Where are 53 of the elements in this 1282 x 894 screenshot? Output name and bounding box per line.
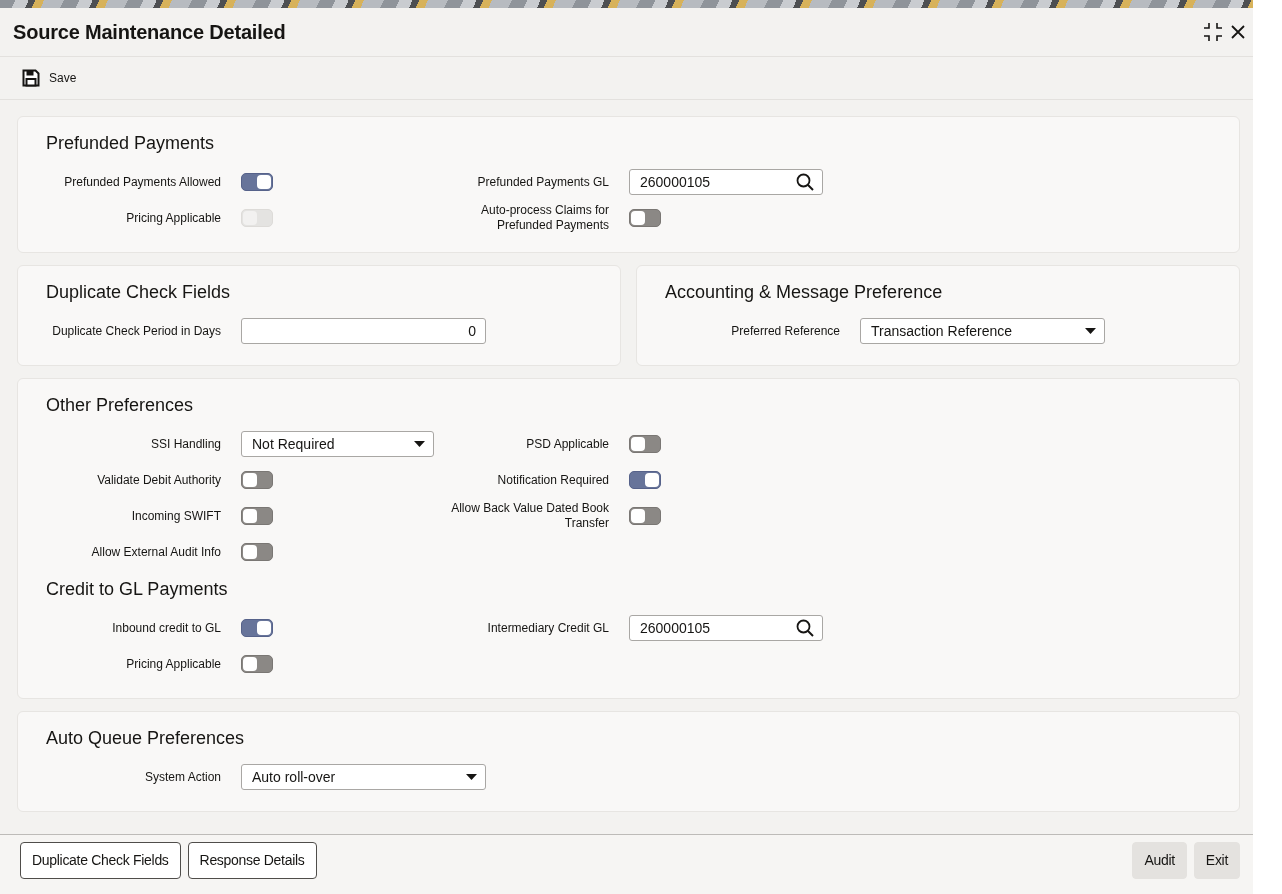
dropdown-field[interactable]: Not Required — [241, 431, 434, 457]
field-label: Validate Debit Authority — [97, 472, 221, 487]
field-label: Intermediary Credit GL — [487, 620, 609, 635]
toggle-switch[interactable] — [629, 435, 661, 453]
fullscreen-icon[interactable] — [1203, 22, 1223, 42]
toggle-switch[interactable] — [241, 507, 273, 525]
toggle-switch[interactable] — [241, 543, 273, 561]
section-title: Auto Queue Preferences — [46, 727, 245, 749]
footer-button[interactable]: Exit — [1193, 842, 1240, 879]
toggle-switch[interactable] — [241, 619, 273, 637]
section-title: Duplicate Check Fields — [46, 281, 231, 303]
field-label: Prefunded Payments GL — [477, 174, 609, 189]
search-icon[interactable] — [796, 173, 814, 191]
dropdown-field[interactable]: Transaction Reference — [860, 318, 1105, 344]
lookup-field[interactable]: 260000105 — [629, 169, 823, 195]
dropdown-field[interactable]: Auto roll-over — [241, 764, 486, 790]
field-label: Duplicate Check Period in Days — [52, 323, 221, 338]
field-label: PSD Applicable — [526, 436, 609, 451]
toggle-switch[interactable] — [241, 173, 273, 191]
section-title: Prefunded Payments — [46, 132, 215, 154]
window-title: Source Maintenance Detailed — [13, 20, 286, 44]
field-label: Pricing Applicable — [126, 210, 221, 225]
section-title: Other Preferences — [46, 394, 194, 416]
field-label: Allow External Audit Info — [91, 544, 221, 559]
caret-icon — [1085, 328, 1096, 334]
field-label: Pricing Applicable — [126, 656, 221, 671]
toggle-switch[interactable] — [629, 471, 661, 489]
toggle-switch[interactable] — [241, 471, 273, 489]
section-title: Accounting & Message Preference — [665, 281, 943, 303]
field-label: Prefunded Payments Allowed — [64, 174, 221, 189]
search-icon[interactable] — [796, 619, 814, 637]
footer-button[interactable]: Duplicate Check Fields — [20, 842, 181, 879]
caret-icon — [414, 441, 425, 447]
caret-icon — [466, 774, 477, 780]
field-label: Preferred Reference — [731, 323, 840, 338]
field-label: SSI Handling — [150, 436, 221, 451]
field-label: System Action — [144, 769, 221, 784]
toggle-switch[interactable] — [629, 209, 661, 227]
footer-button[interactable]: Audit — [1132, 842, 1187, 879]
close-icon[interactable] — [1231, 25, 1245, 39]
toggle-switch[interactable] — [629, 507, 661, 525]
field-label: Auto-process Claims for Prefunded Payments — [480, 203, 609, 232]
field-label: Incoming SWIFT — [131, 508, 221, 523]
section-title: Credit to GL Payments — [46, 578, 228, 600]
save-button[interactable]: Save — [14, 67, 85, 89]
number-field[interactable]: 0 — [241, 318, 486, 344]
lookup-field[interactable]: 260000105 — [629, 615, 823, 641]
toggle-switch[interactable] — [241, 655, 273, 673]
field-label: Notification Required — [497, 472, 609, 487]
field-label: Inbound credit to GL — [112, 620, 221, 635]
save-icon[interactable] — [22, 69, 40, 87]
field-label: Allow Back Value Dated Book Transfer — [451, 501, 609, 530]
footer-button[interactable]: Response Details — [187, 842, 317, 879]
